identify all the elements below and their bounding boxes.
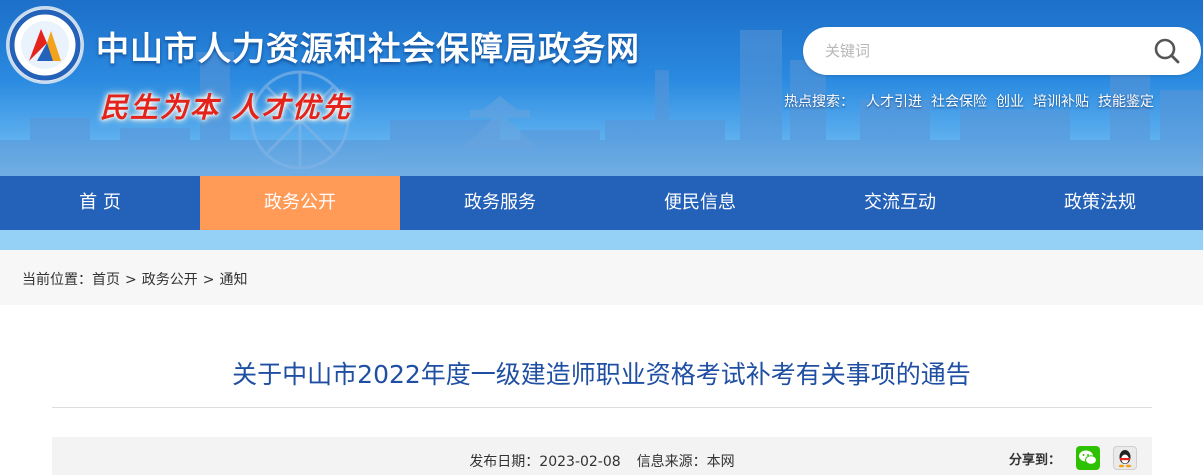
- share-qq-button[interactable]: [1113, 446, 1137, 470]
- share-wechat-button[interactable]: [1076, 446, 1100, 470]
- search-input[interactable]: [825, 35, 1135, 67]
- search-button[interactable]: [1153, 37, 1181, 65]
- breadcrumb: 当前位置：首页 > 政务公开 > 通知: [22, 269, 247, 289]
- hot-search-link[interactable]: 培训补贴: [1033, 94, 1089, 110]
- nav-stripe: [0, 230, 1203, 250]
- hot-search-link[interactable]: 人才引进: [866, 94, 922, 110]
- share-label: 分享到：: [1009, 453, 1062, 468]
- nav-item-government-affairs[interactable]: 政务公开: [200, 176, 400, 230]
- site-title: 中山市人力资源和社会保障局政务网: [96, 29, 640, 68]
- article-meta-bar: 发布日期：2023-02-08 信息来源：本网 分享到：: [52, 437, 1152, 475]
- hot-search-link[interactable]: 社会保险: [931, 94, 987, 110]
- wechat-icon: [1079, 450, 1097, 465]
- article-content: 关于中山市2022年度一级建造师职业资格考试补考有关事项的通告 发布日期：202…: [0, 305, 1203, 475]
- publish-date: 发布日期：2023-02-08: [469, 454, 621, 470]
- site-logo[interactable]: [6, 6, 84, 84]
- breadcrumb-separator: >: [125, 272, 137, 288]
- breadcrumb-bar: 当前位置：首页 > 政务公开 > 通知: [0, 250, 1203, 305]
- breadcrumb-link-government-affairs[interactable]: 政务公开: [142, 272, 198, 288]
- main-nav: 首 页 政务公开 政务服务 便民信息 交流互动 政策法规: [0, 176, 1203, 230]
- breadcrumb-link-home[interactable]: 首页: [92, 272, 120, 288]
- breadcrumb-prefix: 当前位置：: [22, 272, 92, 288]
- nav-item-policies[interactable]: 政策法规: [1000, 176, 1200, 230]
- hot-search-link[interactable]: 创业: [996, 94, 1024, 110]
- nav-item-home[interactable]: 首 页: [0, 176, 200, 230]
- title-divider: [52, 407, 1152, 408]
- breadcrumb-link-notice[interactable]: 通知: [219, 272, 247, 288]
- nav-item-public-info[interactable]: 便民信息: [600, 176, 800, 230]
- breadcrumb-separator: >: [202, 272, 215, 288]
- article-title: 关于中山市2022年度一级建造师职业资格考试补考有关事项的通告: [232, 360, 971, 389]
- site-logo-icon: [9, 9, 81, 81]
- header-banner: 中山市人力资源和社会保障局政务网 民生为本 人才优先 热点搜索： 人才引进社会保险…: [0, 0, 1203, 176]
- hot-search-link[interactable]: 技能鉴定: [1098, 94, 1154, 110]
- site-slogan: 民生为本 人才优先: [100, 91, 352, 124]
- hot-search: 热点搜索： 人才引进 社会保险 创业 培训补贴 技能鉴定: [784, 91, 1163, 111]
- nav-item-services[interactable]: 政务服务: [400, 176, 600, 230]
- hot-search-label: 热点搜索：: [784, 94, 854, 110]
- article-meta: 发布日期：2023-02-08 信息来源：本网: [52, 451, 1152, 471]
- search-icon: [1154, 38, 1180, 64]
- search-box: [803, 27, 1201, 75]
- qq-icon: [1118, 450, 1132, 468]
- info-source: 信息来源：本网: [636, 454, 735, 470]
- nav-item-interaction[interactable]: 交流互动: [800, 176, 1000, 230]
